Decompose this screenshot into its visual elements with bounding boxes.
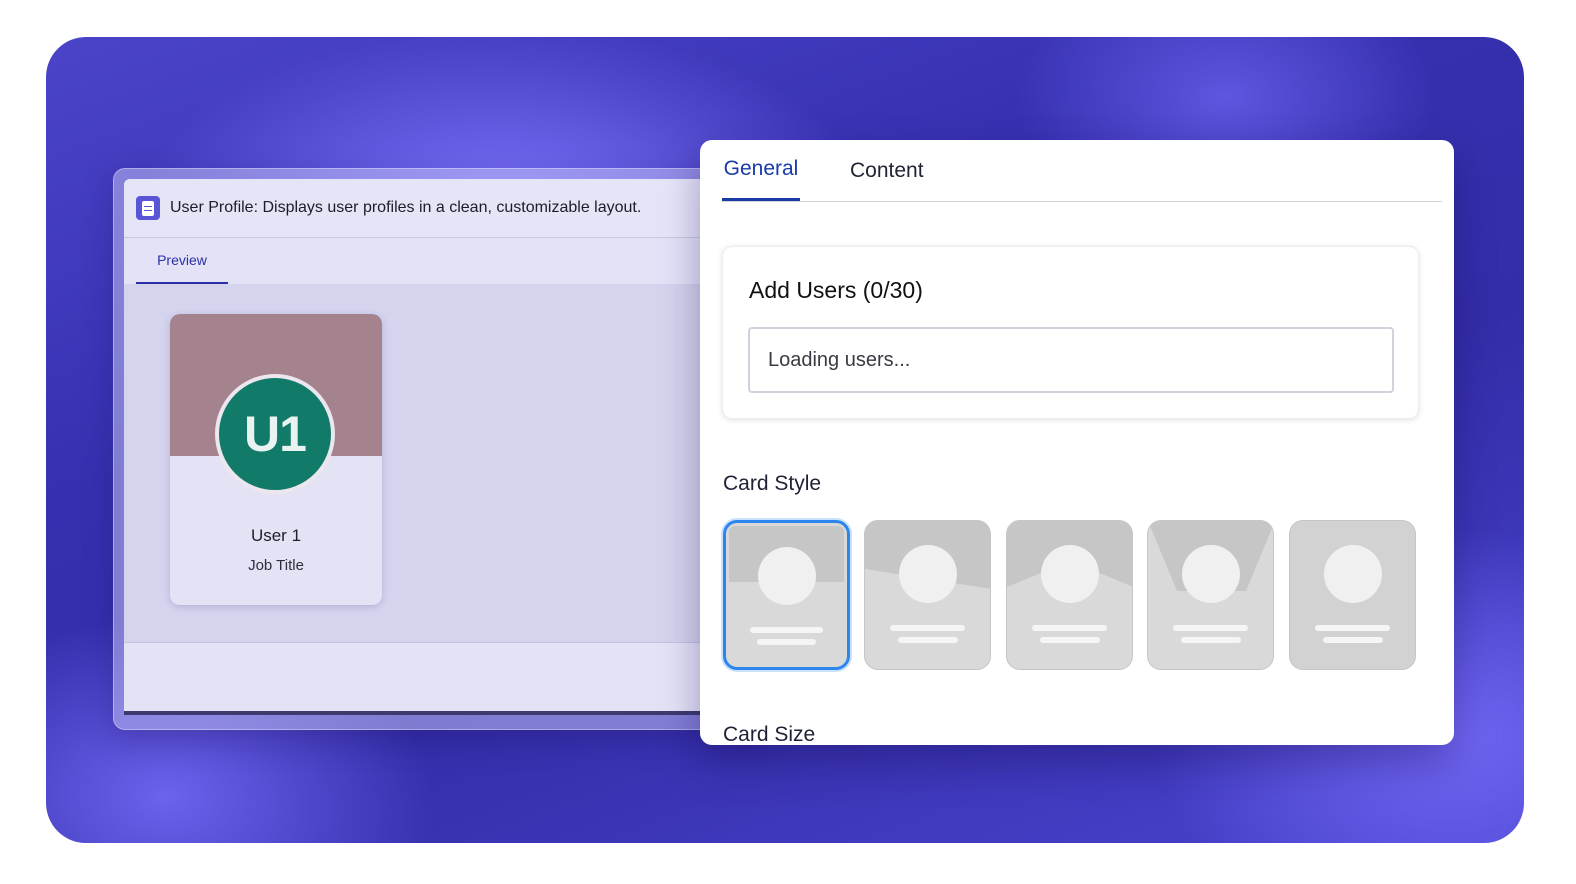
tab-general[interactable]: General — [722, 140, 800, 201]
user-name: User 1 — [250, 526, 302, 545]
card-style-option-4[interactable] — [1147, 520, 1274, 670]
card-style-option-1[interactable] — [723, 520, 850, 670]
tab-preview[interactable]: Preview — [136, 238, 228, 284]
taskbar-strip — [124, 711, 764, 715]
settings-tabs: General Content — [722, 140, 1442, 202]
preview-window-content: User Profile: Displays user profiles in … — [124, 179, 764, 715]
card-style-options — [723, 520, 1423, 670]
window-title: User Profile: Displays user profiles in … — [170, 199, 642, 216]
preview-window: User Profile: Displays user profiles in … — [113, 168, 765, 730]
card-style-option-3[interactable] — [1006, 520, 1133, 670]
preview-tabs: Preview — [124, 238, 764, 285]
settings-panel: General Content Add Users (0/30) Card St… — [700, 140, 1454, 745]
card-style-option-5[interactable] — [1289, 520, 1416, 670]
preview-footer — [124, 643, 764, 715]
avatar: U1 — [215, 374, 335, 494]
preview-window-header: User Profile: Displays user profiles in … — [124, 179, 764, 238]
card-size-label: Card Size — [723, 723, 816, 745]
card-style-option-2[interactable] — [864, 520, 991, 670]
card-style-label: Card Style — [723, 472, 822, 495]
tab-content[interactable]: Content — [850, 140, 924, 201]
user-job-title: Job Title — [248, 557, 304, 574]
preview-area: U1 User 1 Job Title — [124, 284, 764, 643]
document-icon — [136, 196, 160, 220]
add-users-section: Add Users (0/30) — [722, 246, 1419, 419]
add-users-title: Add Users (0/30) — [749, 277, 923, 303]
user-search-input[interactable] — [748, 327, 1394, 393]
profile-card[interactable]: U1 User 1 Job Title — [170, 314, 382, 605]
